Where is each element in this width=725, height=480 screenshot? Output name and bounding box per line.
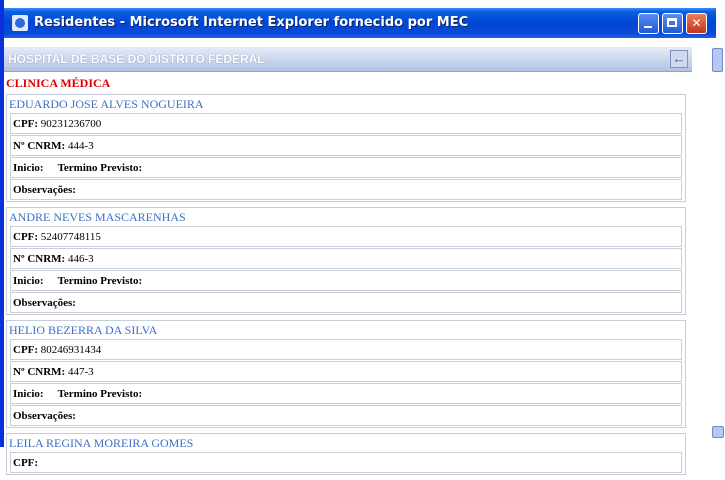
observacoes-label: Observações:: [13, 410, 76, 422]
termino-label: Termino Previsto:: [57, 162, 143, 174]
cpf-row: CPF: 52407748115: [10, 226, 682, 247]
resident-card: HELIO BEZERRA DA SILVA CPF: 80246931434 …: [6, 320, 686, 428]
clinic-title: CLINICA MÉDICA: [6, 76, 111, 90]
page-header: HOSPITAL DE BASE DO DISTRITO FEDERAL ←: [4, 47, 692, 72]
resident-card: LEILA REGINA MOREIRA GOMES CPF:: [6, 433, 686, 475]
hospital-title: HOSPITAL DE BASE DO DISTRITO FEDERAL: [8, 52, 265, 66]
cpf-row: CPF:: [10, 452, 682, 473]
observacoes-label: Observações:: [13, 184, 76, 196]
cpf-value: 52407748115: [40, 231, 101, 243]
window-title: Residentes - Microsoft Internet Explorer…: [34, 15, 469, 30]
cnrm-row: Nº CNRM: 444-3: [10, 135, 682, 156]
cnrm-row: Nº CNRM: 447-3: [10, 361, 682, 382]
cnrm-value: 446-3: [67, 253, 94, 265]
resident-name-link[interactable]: LEILA REGINA MOREIRA GOMES: [7, 434, 685, 452]
termino-label: Termino Previsto:: [57, 275, 143, 287]
scroll-down-button[interactable]: [712, 426, 724, 438]
resident-name-link[interactable]: ANDRE NEVES MASCARENHAS: [7, 208, 685, 226]
title-bar[interactable]: Residentes - Microsoft Internet Explorer…: [4, 8, 716, 38]
cnrm-value: 444-3: [67, 140, 94, 152]
cnrm-row: Nº CNRM: 446-3: [10, 248, 682, 269]
close-button[interactable]: ✕: [686, 13, 707, 34]
observacoes-label: Observações:: [13, 297, 76, 309]
back-arrow-icon[interactable]: ←: [670, 50, 688, 68]
cpf-row: CPF: 80246931434: [10, 339, 682, 360]
cnrm-label: Nº CNRM:: [13, 140, 66, 152]
cpf-label: CPF:: [13, 231, 39, 243]
cpf-row: CPF: 90231236700: [10, 113, 682, 134]
inicio-label: Inicio:: [13, 275, 44, 287]
cpf-label: CPF:: [13, 457, 39, 469]
scroll-up-button[interactable]: [712, 48, 723, 72]
maximize-button[interactable]: [662, 13, 683, 34]
cpf-label: CPF:: [13, 118, 39, 130]
cpf-value: 80246931434: [40, 344, 102, 356]
inicio-label: Inicio:: [13, 162, 44, 174]
resident-card: EDUARDO JOSE ALVES NOGUEIRA CPF: 9023123…: [6, 94, 686, 202]
internet-explorer-icon: [12, 15, 28, 31]
minimize-button[interactable]: [638, 13, 659, 34]
cpf-value: 90231236700: [40, 118, 102, 130]
observacoes-row: Observações:: [10, 179, 682, 200]
dates-row: Inicio: Termino Previsto:: [10, 157, 682, 178]
dates-row: Inicio: Termino Previsto:: [10, 383, 682, 404]
cnrm-value: 447-3: [67, 366, 94, 378]
cpf-label: CPF:: [13, 344, 39, 356]
dates-row: Inicio: Termino Previsto:: [10, 270, 682, 291]
resident-name-link[interactable]: EDUARDO JOSE ALVES NOGUEIRA: [7, 95, 685, 113]
resident-name-link[interactable]: HELIO BEZERRA DA SILVA: [7, 321, 685, 339]
observacoes-row: Observações:: [10, 405, 682, 426]
termino-label: Termino Previsto:: [57, 388, 143, 400]
resident-card: ANDRE NEVES MASCARENHAS CPF: 52407748115…: [6, 207, 686, 315]
residents-list: EDUARDO JOSE ALVES NOGUEIRA CPF: 9023123…: [4, 94, 692, 480]
inicio-label: Inicio:: [13, 388, 44, 400]
cnrm-label: Nº CNRM:: [13, 366, 66, 378]
cnrm-label: Nº CNRM:: [13, 253, 66, 265]
observacoes-row: Observações:: [10, 292, 682, 313]
